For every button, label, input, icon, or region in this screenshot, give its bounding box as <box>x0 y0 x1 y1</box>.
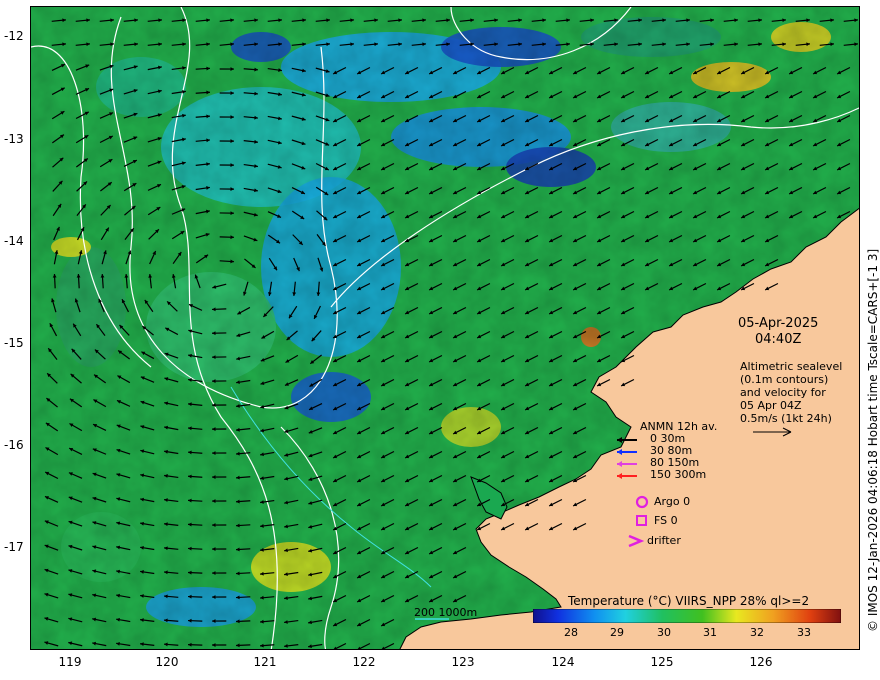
copyright-caption: © IMOS 12-Jan-2026 04:06:18 Hobart time … <box>866 248 880 632</box>
x-tick-label: 121 <box>253 655 277 669</box>
altimetry-line: and velocity for <box>740 386 826 399</box>
x-tick-label: 126 <box>749 655 773 669</box>
x-tick-label: 124 <box>551 655 575 669</box>
fs-label: FS 0 <box>654 514 678 527</box>
map-canvas <box>31 7 859 649</box>
y-tick-label: -17 <box>4 540 24 554</box>
y-tick-label: -14 <box>4 234 24 248</box>
time-line: 04:40Z <box>755 332 802 347</box>
altimetry-line: 0.5m/s (1kt 24h) <box>740 412 832 425</box>
x-tick-label: 120 <box>155 655 179 669</box>
altimetry-line: 05 Apr 04Z <box>740 399 802 412</box>
x-tick-label: 122 <box>352 655 376 669</box>
y-tick-label: -12 <box>4 29 24 43</box>
y-tick-label: -15 <box>4 336 24 350</box>
y-tick-label: -13 <box>4 132 24 146</box>
colorbar-tick-label: 29 <box>610 626 624 639</box>
date-stamp: 05-Apr-2025 04:40Z <box>738 316 818 348</box>
colorbar-tick-label: 30 <box>657 626 671 639</box>
argo-label: Argo 0 <box>654 495 691 508</box>
colorbar-tick-label: 31 <box>703 626 717 639</box>
altimetry-line: (0.1m contours) <box>740 373 829 386</box>
x-tick-label: 123 <box>451 655 475 669</box>
altimetry-note: Altimetric sealevel (0.1m contours) and … <box>740 360 842 425</box>
colorbar-tick-label: 33 <box>797 626 811 639</box>
colorbar <box>533 609 841 623</box>
date-line: 05-Apr-2025 <box>738 316 819 331</box>
isobath-label: 200 1000m <box>414 606 478 619</box>
anmn-legend-item: 150 300m <box>650 469 706 481</box>
altimetry-line: Altimetric sealevel <box>740 360 843 373</box>
x-tick-label: 125 <box>650 655 674 669</box>
colorbar-title: Temperature (°C) VIIRS_NPP 28% ql>=2 <box>568 594 810 608</box>
sst-map <box>30 6 860 650</box>
colorbar-tick-label: 28 <box>564 626 578 639</box>
drifter-label: drifter <box>647 534 681 547</box>
y-tick-label: -16 <box>4 438 24 452</box>
anmn-legend-label: 150 300m <box>650 468 707 481</box>
colorbar-tick-label: 32 <box>750 626 764 639</box>
x-tick-label: 119 <box>58 655 82 669</box>
